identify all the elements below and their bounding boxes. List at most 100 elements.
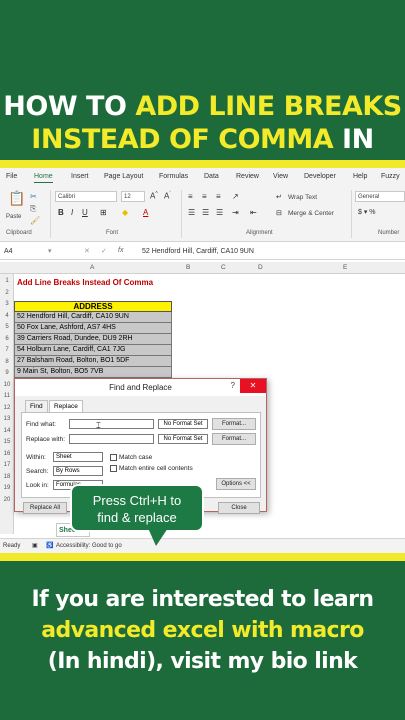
font-size-select[interactable]: 12 <box>121 191 145 202</box>
borders-icon[interactable]: ⊞ <box>100 208 107 217</box>
cancel-icon[interactable]: ✕ <box>84 247 90 255</box>
tab-insert[interactable]: Insert <box>71 173 89 180</box>
address-cell[interactable]: 9 Main St, Bolton, BO5 7VB <box>14 367 172 378</box>
column-header-d[interactable]: D <box>258 264 263 271</box>
address-cell[interactable]: 52 Hendford Hill, Cardiff, CA10 9UN <box>14 312 172 323</box>
sheet-title[interactable]: Add Line Breaks Instead Of Comma <box>17 278 153 287</box>
row-header[interactable]: 16 <box>0 451 14 457</box>
align-bottom-icon[interactable]: ≡ <box>216 192 221 201</box>
accessibility-status[interactable]: Accessibility: Good to go <box>56 543 122 549</box>
promo-text: If you are interested to learn advanced … <box>0 584 405 677</box>
address-cell[interactable]: 27 Balsham Road, Bolton, BO1 5DF <box>14 356 172 367</box>
address-header[interactable]: ADDRESS <box>14 301 172 312</box>
row-header[interactable]: 12 <box>0 405 14 411</box>
name-box-dropdown-icon[interactable]: ▾ <box>48 247 52 255</box>
fx-icon[interactable]: fx <box>118 247 123 254</box>
cut-icon[interactable]: ✂ <box>30 192 37 201</box>
italic-icon[interactable]: I <box>71 208 73 217</box>
row-header[interactable]: 17 <box>0 462 14 468</box>
tab-data[interactable]: Data <box>204 173 219 180</box>
row-header[interactable]: 8 <box>0 359 14 365</box>
indent-icon[interactable]: ⇥ <box>232 208 239 217</box>
row-header[interactable]: 2 <box>0 290 14 296</box>
format-painter-icon[interactable]: 🖌 <box>30 216 40 225</box>
formula-input[interactable]: 52 Hendford Hill, Cardiff, CA10 9UN <box>142 248 254 255</box>
align-top-icon[interactable]: ≡ <box>188 192 193 201</box>
row-header[interactable]: 4 <box>0 313 14 319</box>
macro-record-icon[interactable]: ▣ <box>32 542 38 549</box>
tab-view[interactable]: View <box>273 173 288 180</box>
close-icon[interactable]: ✕ <box>240 379 266 393</box>
tip-line-2: find & replace <box>97 510 177 525</box>
help-icon[interactable]: ? <box>231 381 235 390</box>
top-divider <box>0 160 405 168</box>
row-header[interactable]: 18 <box>0 474 14 480</box>
tab-fuzzy[interactable]: Fuzzy <box>381 173 400 180</box>
underline-icon[interactable]: U <box>82 208 88 217</box>
enter-icon[interactable]: ✓ <box>101 247 107 255</box>
bold-icon[interactable]: B <box>58 208 64 217</box>
font-name-select[interactable]: Calibri <box>55 191 117 202</box>
copy-icon[interactable]: ⎘ <box>30 204 36 214</box>
match-case-checkbox[interactable] <box>110 454 117 461</box>
fill-color-icon[interactable]: ◆ <box>122 208 128 217</box>
column-header-a[interactable]: A <box>90 264 94 271</box>
font-group-label: Font <box>106 230 119 236</box>
row-header[interactable]: 1 <box>0 278 14 284</box>
tab-review[interactable]: Review <box>236 173 259 180</box>
replace-format-button[interactable]: Format... <box>212 433 256 445</box>
row-header[interactable]: 9 <box>0 370 14 376</box>
within-select[interactable]: Sheet <box>53 452 103 462</box>
column-header-c[interactable]: C <box>221 264 226 271</box>
tab-developer[interactable]: Developer <box>304 173 336 180</box>
paste-label[interactable]: Paste <box>6 214 21 220</box>
orientation-icon[interactable]: ↗ <box>232 192 239 201</box>
row-header[interactable]: 5 <box>0 324 14 330</box>
align-left-icon[interactable]: ☰ <box>188 208 195 217</box>
outdent-icon[interactable]: ⇤ <box>250 208 257 217</box>
tab-formulas[interactable]: Formulas <box>159 173 188 180</box>
accessibility-icon[interactable]: ♿ <box>46 542 53 549</box>
name-box[interactable]: A4 <box>4 248 13 255</box>
row-header[interactable]: 6 <box>0 336 14 342</box>
row-header[interactable]: 7 <box>0 347 14 353</box>
row-header[interactable]: 15 <box>0 439 14 445</box>
address-cell[interactable]: 54 Holburn Lane, Cardiff, CA1 7JG <box>14 345 172 356</box>
tip-line-1: Press Ctrl+H to <box>92 493 182 508</box>
tab-file[interactable]: File <box>6 173 17 180</box>
row-header[interactable]: 10 <box>0 382 14 388</box>
align-center-icon[interactable]: ☰ <box>202 208 209 217</box>
address-cell[interactable]: 50 Fox Lane, Ashford, AS7 4HS <box>14 323 172 334</box>
row-header[interactable]: 3 <box>0 301 14 307</box>
tab-page-layout[interactable]: Page Layout <box>104 173 143 180</box>
wrap-text-button[interactable]: Wrap Text <box>288 194 317 201</box>
find-format-button[interactable]: Format... <box>212 418 256 430</box>
decrease-font-icon[interactable]: Aˇ <box>164 191 171 201</box>
font-color-icon[interactable]: A <box>143 208 148 217</box>
tab-home[interactable]: Home <box>34 173 53 183</box>
replace-with-input[interactable] <box>69 434 154 444</box>
wrap-text-icon[interactable]: ↵ <box>276 193 282 201</box>
find-what-input[interactable] <box>69 419 154 429</box>
row-header[interactable]: 13 <box>0 416 14 422</box>
options-button[interactable]: Options << <box>216 478 256 490</box>
address-cell[interactable]: 39 Carriers Road, Dundee, DU9 2RH <box>14 334 172 345</box>
increase-font-icon[interactable]: A^ <box>150 191 158 201</box>
align-right-icon[interactable]: ☰ <box>216 208 223 217</box>
match-entire-checkbox[interactable] <box>110 465 117 472</box>
tab-help[interactable]: Help <box>353 173 367 180</box>
column-header-e[interactable]: E <box>343 264 347 271</box>
currency-icon[interactable]: $ ▾ % <box>358 208 376 216</box>
column-header-b[interactable]: B <box>186 264 190 271</box>
merge-center-button[interactable]: Merge & Center <box>288 210 334 217</box>
search-select[interactable]: By Rows <box>53 466 103 476</box>
replace-all-button[interactable]: Replace All <box>23 502 67 514</box>
row-header[interactable]: 14 <box>0 428 14 434</box>
merge-icon[interactable]: ⊟ <box>276 209 282 217</box>
row-header[interactable]: 11 <box>0 393 14 399</box>
row-header[interactable]: 20 <box>0 497 14 503</box>
close-button[interactable]: Close <box>218 502 260 514</box>
number-format-select[interactable]: General <box>355 191 405 202</box>
row-header[interactable]: 19 <box>0 485 14 491</box>
align-middle-icon[interactable]: ≡ <box>202 192 207 201</box>
